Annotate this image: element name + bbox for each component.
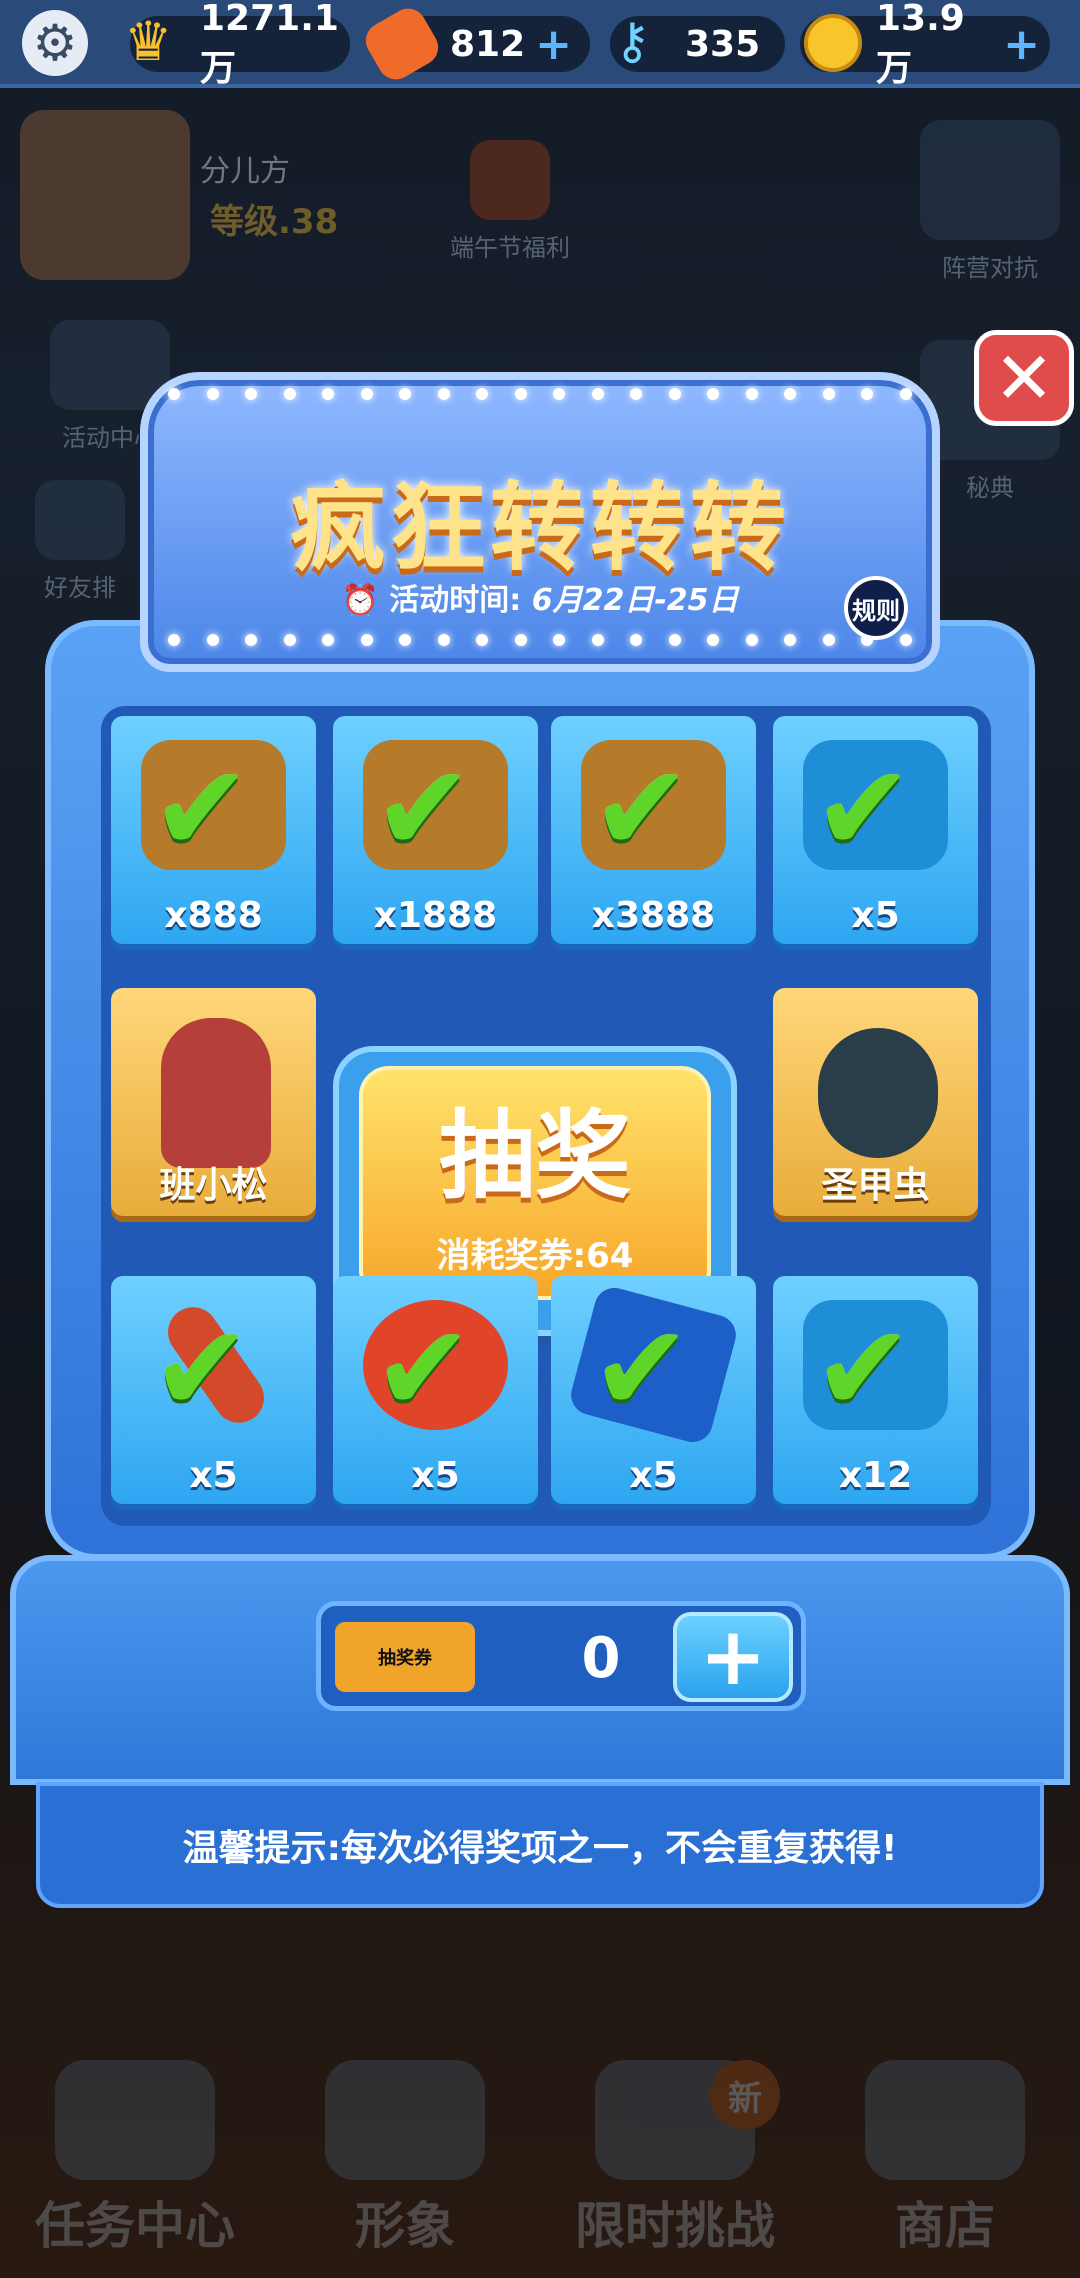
key-value: 335 — [685, 23, 761, 65]
character-icon — [161, 1018, 271, 1168]
crown-value: 1271.1万 — [200, 0, 339, 89]
prize-grid: ✔ x888 ✔ x1888 ✔ x3888 ✔ x5 班小松 抽奖 消耗奖券:… — [101, 706, 991, 1526]
prize-label: x5 — [629, 1455, 678, 1496]
claimed-check-icon: ✔ — [373, 740, 474, 879]
claimed-check-icon: ✔ — [151, 740, 252, 879]
prize-label: x888 — [164, 895, 263, 936]
key-icon: ⚷ — [614, 12, 651, 70]
prize-label: x1888 — [373, 895, 498, 936]
prize-label: x3888 — [591, 895, 716, 936]
prize-label: x5 — [189, 1455, 238, 1496]
ticket-icon: 抽奖券 — [335, 1622, 475, 1692]
prize-label: 圣甲虫 — [821, 1165, 930, 1206]
coin-value: 13.9万 — [876, 0, 965, 89]
hoverboard-icon — [359, 2, 445, 86]
claimed-check-icon: ✔ — [373, 1300, 474, 1439]
ticket-counter: 抽奖券 0 + — [316, 1601, 806, 1711]
prize-cell: ✔ x12 — [773, 1276, 978, 1504]
key-counter: ⚷ 335 — [610, 12, 785, 72]
crown-icon: ♛ — [124, 10, 173, 73]
ticket-label: 抽奖券 — [378, 1648, 432, 1669]
draw-cost: 消耗奖券:64 — [436, 1236, 634, 1276]
prize-cell: ✔ x3888 — [551, 716, 756, 944]
claimed-check-icon: ✔ — [591, 1300, 692, 1439]
prize-label: 班小松 — [159, 1165, 268, 1206]
add-board-icon[interactable]: + — [535, 19, 572, 70]
clock-icon: ⏰ — [341, 583, 379, 618]
prize-cell: ✔ x5 — [111, 1276, 316, 1504]
prize-cell: ✔ x5 — [551, 1276, 756, 1504]
time-value: 6月22日-25日 — [531, 583, 739, 618]
prize-cell: ✔ x888 — [111, 716, 316, 944]
lottery-cabinet: ✔ x888 ✔ x1888 ✔ x3888 ✔ x5 班小松 抽奖 消耗奖券:… — [45, 620, 1035, 1560]
prize-cell: ✔ x5 — [333, 1276, 538, 1504]
tip-text: 温馨提示:每次必得奖项之一，不会重复获得! — [36, 1782, 1044, 1908]
top-bar: ⚙ ♛ 1271.1万 812 + ⚷ 335 13.9万 + — [0, 0, 1080, 89]
draw-label: 抽奖 — [439, 1100, 631, 1212]
scarab-icon — [818, 1028, 938, 1158]
claimed-check-icon: ✔ — [591, 740, 692, 879]
time-label: 活动时间: — [389, 583, 522, 618]
claimed-check-icon: ✔ — [151, 1300, 252, 1439]
banner-lights — [168, 634, 912, 646]
coin-icon — [804, 14, 862, 72]
prize-cell: ✔ x1888 — [333, 716, 538, 944]
board-value: 812 — [450, 23, 526, 65]
board-counter: 812 + — [359, 2, 590, 86]
coin-counter: 13.9万 + — [800, 0, 1050, 89]
claimed-check-icon: ✔ — [813, 1300, 914, 1439]
crown-counter: ♛ 1271.1万 — [124, 0, 350, 89]
close-button[interactable]: ✕ — [974, 330, 1074, 426]
prize-label: x5 — [411, 1455, 460, 1496]
cabinet-base: 抽奖券 0 + — [10, 1555, 1070, 1785]
close-icon: ✕ — [993, 336, 1055, 420]
banner-lights — [168, 388, 912, 400]
gear-icon[interactable]: ⚙ — [22, 10, 88, 76]
prize-label: x12 — [838, 1455, 913, 1496]
title-banner: 疯狂转转转 ⏰ 活动时间: 6月22日-25日 规则 — [140, 372, 940, 672]
ticket-count: 0 — [581, 1626, 621, 1691]
rules-button[interactable]: 规则 — [844, 576, 908, 640]
prize-cell: 圣甲虫 — [773, 988, 978, 1216]
prize-cell: 班小松 — [111, 988, 316, 1216]
claimed-check-icon: ✔ — [813, 740, 914, 879]
popup-title: 疯狂转转转 — [290, 472, 790, 584]
prize-cell: ✔ x5 — [773, 716, 978, 944]
event-time: ⏰ 活动时间: 6月22日-25日 — [148, 575, 932, 619]
prize-label: x5 — [851, 895, 900, 936]
add-ticket-button[interactable]: + — [673, 1612, 793, 1702]
game-screen: 分儿方 等级.38 端午节福利 阵营对抗 活动中心 好友排 秘典 任务中心 形象… — [0, 0, 1080, 2278]
plus-icon: + — [699, 1610, 767, 1703]
add-coin-icon[interactable]: + — [1003, 19, 1040, 70]
